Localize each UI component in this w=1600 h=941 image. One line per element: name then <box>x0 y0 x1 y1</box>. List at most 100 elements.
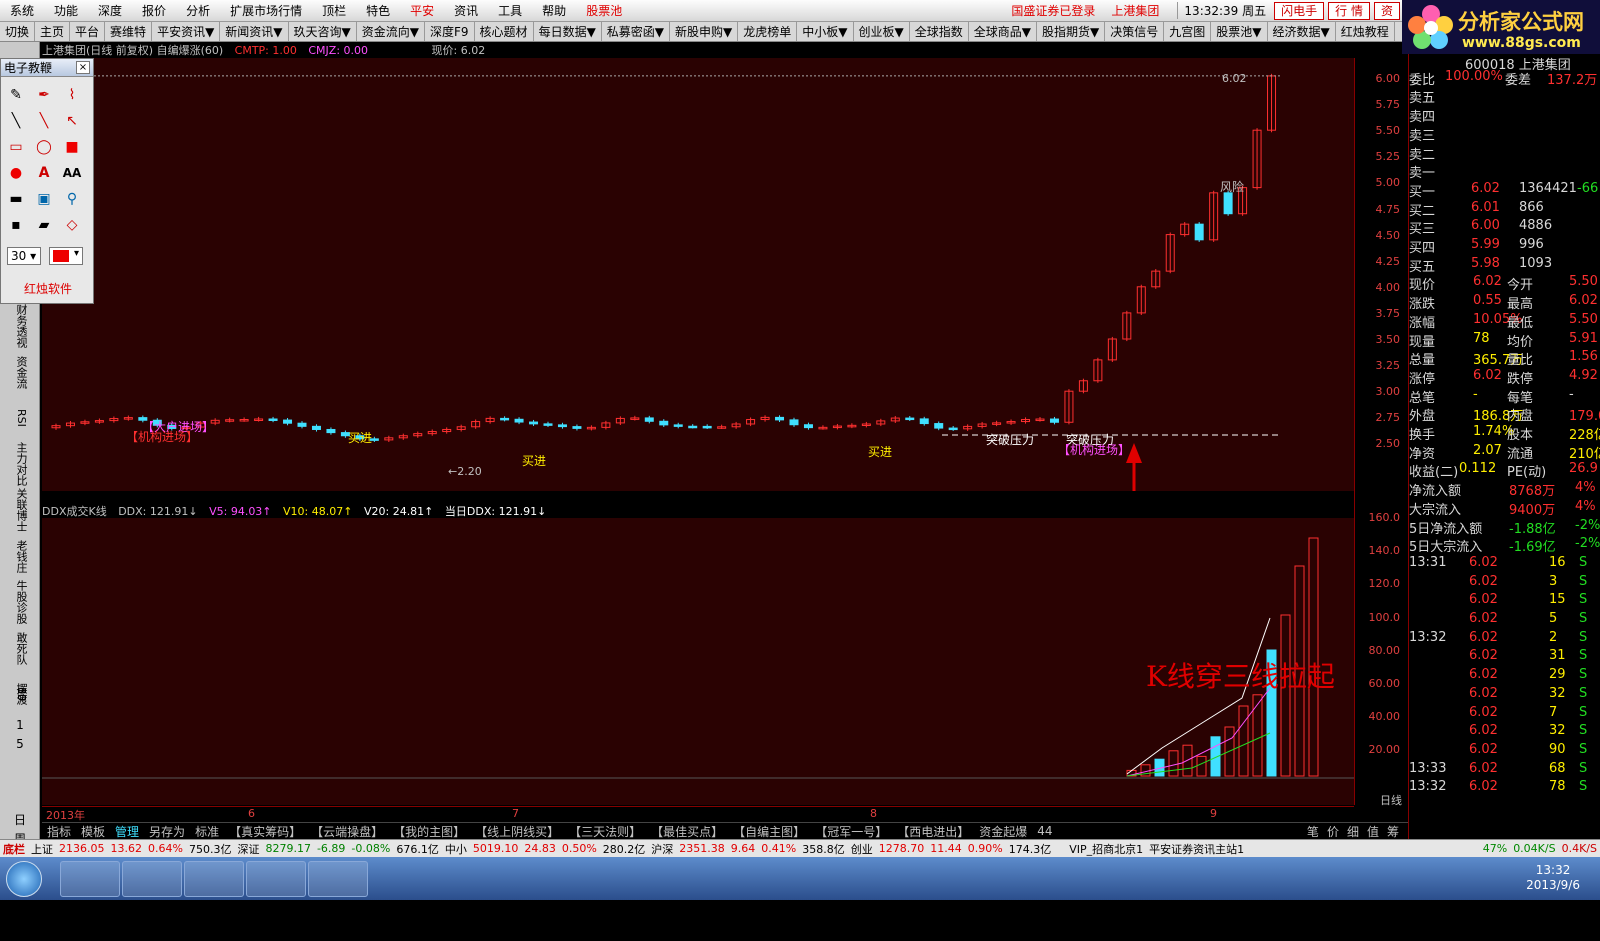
top-button-0[interactable]: 闪电手 <box>1274 1 1325 20</box>
bottom-tab-7[interactable]: 【我的主图】 <box>388 823 470 840</box>
taskbar-app-3[interactable] <box>184 861 244 897</box>
font-size-icon[interactable]: AA <box>61 163 83 183</box>
taskbar-app-4[interactable] <box>246 861 306 897</box>
bottom-tab-6[interactable]: 【云端操盘】 <box>306 823 388 840</box>
start-button[interactable] <box>6 861 42 897</box>
tab-9[interactable]: 核心题材 <box>475 22 534 41</box>
tab-18[interactable]: 股指期货▼ <box>1037 22 1106 41</box>
bottom-tab-3[interactable]: 另存为 <box>144 823 190 840</box>
tab-2[interactable]: 平台 <box>70 22 106 41</box>
bottom-tab-2[interactable]: 管理 <box>110 823 144 840</box>
pen-icon[interactable]: ✒ <box>33 85 55 105</box>
bottom-tab-14[interactable]: 资金起爆 <box>974 823 1032 840</box>
top-button-2[interactable]: 资 <box>1373 1 1400 20</box>
menu-item-7[interactable]: 特色 <box>356 0 400 22</box>
left-tool-10[interactable]: 5 <box>4 737 36 751</box>
menu-item-4[interactable]: 分析 <box>176 0 220 22</box>
menu-item-0[interactable]: 系统 <box>0 0 44 22</box>
bottom-tab-5[interactable]: 【真实筹码】 <box>224 823 306 840</box>
eraser-icon[interactable]: ✎ <box>5 85 27 105</box>
menu-item-1[interactable]: 功能 <box>44 0 88 22</box>
tab-20[interactable]: 九宫图 <box>1164 22 1212 41</box>
taskbar-app-1[interactable] <box>60 861 120 897</box>
menu-item-9[interactable]: 资讯 <box>444 0 488 22</box>
left-tool-13[interactable]: 60 <box>14 672 28 716</box>
left-tool-9[interactable]: 1 <box>4 718 36 732</box>
tab-11[interactable]: 私募密函▼ <box>602 22 671 41</box>
top-button-1[interactable]: 行 情 <box>1328 1 1370 20</box>
ddx-volume-chart[interactable]: K线穿三线拉起 <box>42 518 1354 805</box>
left-tool-4[interactable]: 关联博士 <box>14 488 28 532</box>
tab-19[interactable]: 决策信号 <box>1105 22 1165 41</box>
period-label[interactable]: 日线 <box>1380 792 1402 808</box>
index-name-4[interactable]: 创业 <box>848 841 876 857</box>
index-name-2[interactable]: 中小 <box>442 841 470 857</box>
tab-15[interactable]: 创业板▼ <box>854 22 910 41</box>
menu-item-2[interactable]: 深度 <box>88 0 132 22</box>
left-tool-20[interactable]: 年 <box>4 927 36 941</box>
rectangle-icon[interactable]: ▭ <box>5 137 27 157</box>
tab-16[interactable]: 全球指数 <box>910 22 969 41</box>
left-tool-7[interactable]: 敢死队 <box>14 626 28 670</box>
pencil-icon[interactable]: ╲ <box>5 111 27 131</box>
right-tab-3[interactable]: 值 <box>1363 825 1383 839</box>
size-select[interactable]: 30 ▾ <box>7 247 41 265</box>
menu-stock-pool[interactable]: 股票池 <box>576 0 632 22</box>
menu-item-8[interactable]: 平安 <box>400 0 444 22</box>
left-tool-2[interactable]: RSI <box>14 396 28 440</box>
tab-10[interactable]: 每日数据▼ <box>534 22 602 41</box>
tab-8[interactable]: 深度F9 <box>425 22 475 41</box>
tab-7[interactable]: 资金流向▼ <box>357 22 425 41</box>
left-tool-6[interactable]: 牛股诊股 <box>14 580 28 624</box>
left-tool-19[interactable]: 季 <box>4 908 36 922</box>
tab-23[interactable]: 红烛教程 <box>1336 22 1395 41</box>
left-tool-0[interactable]: 财务透视 <box>14 304 28 348</box>
ellipse-icon[interactable]: ◯ <box>33 137 55 157</box>
line-icon[interactable]: ╲ <box>33 111 55 131</box>
taskbar-app-5[interactable] <box>308 861 368 897</box>
index-name-3[interactable]: 沪深 <box>648 841 676 857</box>
left-tool-5[interactable]: 老钱庄 <box>14 534 28 578</box>
filled-ellipse-icon[interactable]: ● <box>5 163 27 183</box>
bottom-tab-15[interactable]: 44 <box>1032 824 1057 838</box>
tab-13[interactable]: 龙虎榜单 <box>738 22 798 41</box>
tab-12[interactable]: 新股申购▼ <box>670 22 739 41</box>
left-tool-14[interactable]: 日 <box>4 813 36 827</box>
menu-item-11[interactable]: 帮助 <box>532 0 576 22</box>
tab-0[interactable]: 切换 <box>0 22 36 41</box>
tab-17[interactable]: 全球商品▼ <box>969 22 1037 41</box>
tab-3[interactable]: 赛维特 <box>105 22 153 41</box>
taskbar-app-2[interactable] <box>122 861 182 897</box>
left-tool-3[interactable]: 主力对比 <box>14 442 28 486</box>
menu-item-3[interactable]: 报价 <box>132 0 176 22</box>
menu-item-5[interactable]: 扩展市场行情 <box>220 0 312 22</box>
index-name-1[interactable]: 深证 <box>234 841 262 857</box>
menu-item-6[interactable]: 顶栏 <box>312 0 356 22</box>
tab-4[interactable]: 平安资讯▼ <box>152 22 221 41</box>
screen-icon[interactable]: ▣ <box>33 189 55 209</box>
arrow-icon[interactable]: ↖ <box>61 111 83 131</box>
tab-21[interactable]: 股票池▼ <box>1211 22 1268 41</box>
right-tab-2[interactable]: 细 <box>1343 825 1363 839</box>
bottom-tab-13[interactable]: 【西电进出】 <box>892 823 974 840</box>
text-icon[interactable]: A <box>33 163 55 183</box>
left-tool-1[interactable]: 资金流 <box>14 350 28 394</box>
bottom-tab-0[interactable]: 指标 <box>42 823 76 840</box>
bottom-tab-4[interactable]: 标准 <box>190 823 224 840</box>
tab-22[interactable]: 经济数据▼ <box>1268 22 1336 41</box>
black-fill-icon[interactable]: ▬ <box>5 189 27 209</box>
tab-6[interactable]: 玖天咨询▼ <box>289 22 357 41</box>
ddx-volume-panel[interactable]: K线穿三线拉起 <box>42 518 1354 805</box>
clear-icon[interactable]: ◇ <box>61 215 83 235</box>
right-tab-1[interactable]: 价 <box>1323 825 1343 839</box>
bottom-tab-1[interactable]: 模板 <box>76 823 110 840</box>
bottom-tab-9[interactable]: 【三天法则】 <box>564 823 646 840</box>
index-prefix[interactable]: 底栏 <box>0 841 28 857</box>
tab-5[interactable]: 新闻资讯▼ <box>220 22 289 41</box>
menu-item-10[interactable]: 工具 <box>488 0 532 22</box>
candlestick-chart[interactable]: 6.02←2.20风险【大户进场】【机构进场】 买进买进买进突破压力 突破压力【机构… <box>42 58 1354 718</box>
color-select[interactable]: ▾ <box>49 247 83 265</box>
right-tab-0[interactable]: 笔 <box>1303 825 1323 839</box>
index-name-0[interactable]: 上证 <box>28 841 56 857</box>
bottom-tab-11[interactable]: 【自编主图】 <box>728 823 810 840</box>
